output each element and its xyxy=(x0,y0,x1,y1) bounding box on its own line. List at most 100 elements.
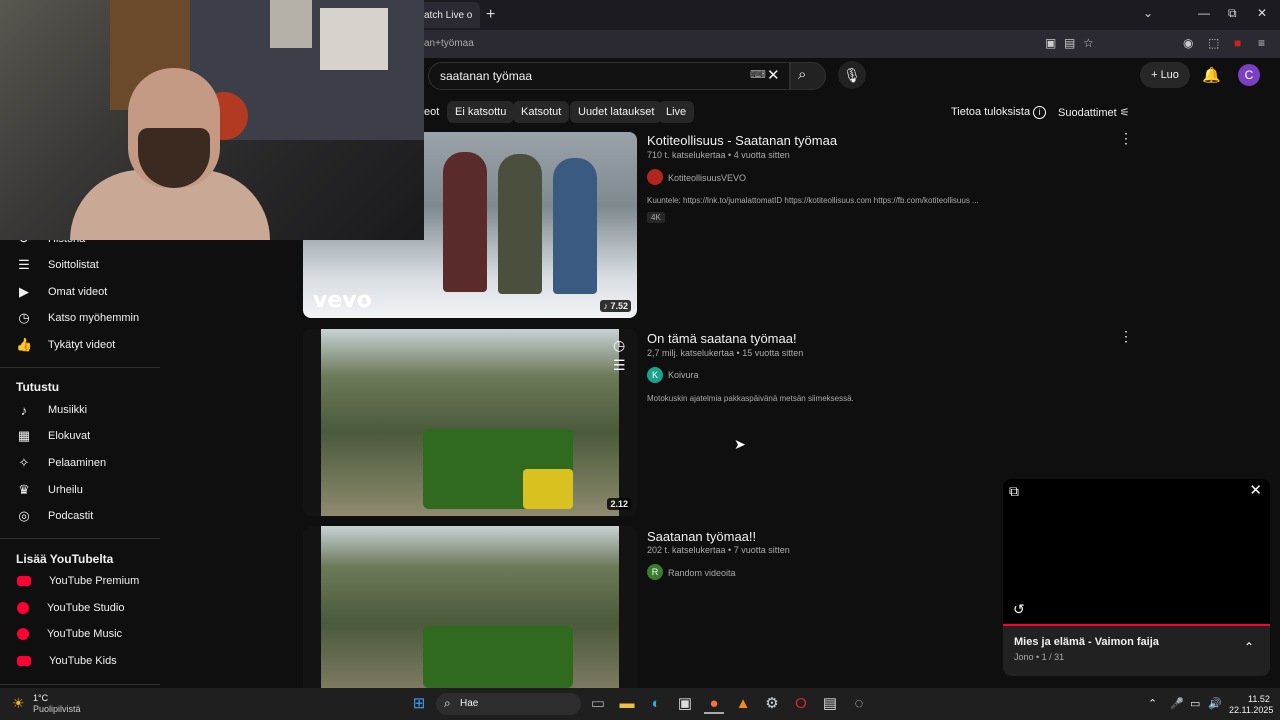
sidebar-item-label: Katso myöhemmin xyxy=(48,312,140,324)
extensions-icon[interactable]: ⬚ xyxy=(1208,36,1219,50)
maximize-button[interactable]: ⧉ xyxy=(1228,6,1237,21)
search-button[interactable] xyxy=(790,62,826,90)
miniplayer-title[interactable]: Mies ja elämä - Vaimon faija xyxy=(1014,636,1159,648)
tab-list-button[interactable]: ⌄ xyxy=(1143,6,1153,20)
result-thumbnail[interactable] xyxy=(303,526,637,688)
sidebar-divider xyxy=(0,538,160,539)
bookmark-star-icon[interactable]: ☆ xyxy=(1083,36,1094,50)
sidebar-item-music[interactable]: ♪ Musiikki xyxy=(16,397,87,423)
clear-search-icon[interactable]: ✕ xyxy=(767,66,780,84)
notifications-bell-icon[interactable]: 🔔 xyxy=(1202,66,1221,84)
create-button[interactable]: + Luo xyxy=(1140,62,1190,88)
network-icon[interactable]: ▭ xyxy=(1190,697,1200,710)
search-icon: ⌕ xyxy=(444,696,451,710)
clock-time[interactable]: 11.52 xyxy=(1248,694,1270,704)
weather-desc[interactable]: Puolipilvistä xyxy=(33,704,81,714)
microphone-tray-icon[interactable]: 🎤 xyxy=(1170,697,1184,710)
extension-badge-icon[interactable]: ■ xyxy=(1234,36,1241,50)
expand-miniplayer-icon[interactable]: ⧉ xyxy=(1009,483,1019,500)
steam-icon[interactable]: ⚙ xyxy=(762,694,782,714)
start-icon[interactable]: ⊞ xyxy=(409,694,429,714)
search-input[interactable]: saatanan työmaa xyxy=(440,69,532,83)
thumbnail-figure xyxy=(553,158,597,294)
youtube-studio-icon xyxy=(17,602,29,614)
about-results-button[interactable]: Tietoa tuloksista i xyxy=(951,106,1047,119)
sidebar-item-youtube-music[interactable]: YouTube Music xyxy=(16,621,122,647)
keyboard-icon[interactable]: ⌨ xyxy=(750,68,766,81)
chip-unwatched[interactable]: Ei katsottu xyxy=(447,101,515,123)
channel-name[interactable]: Koivura xyxy=(668,370,699,380)
tab-title: atch Live o xyxy=(424,10,473,21)
sidebar-item-youtube-premium[interactable]: YouTube Premium xyxy=(16,568,139,594)
avatar[interactable]: C xyxy=(1238,64,1260,86)
file-explorer-icon[interactable]: ▬ xyxy=(617,694,637,714)
replay-icon[interactable]: ↺ xyxy=(1013,601,1025,618)
sidebar-item-playlists[interactable]: ☰ Soittolistat xyxy=(16,252,99,278)
channel-name[interactable]: Random videoita xyxy=(668,568,736,578)
duration-badge: ♪ 7.52 xyxy=(600,300,631,312)
sidebar-item-liked-videos[interactable]: 👍 Tykätyt videot xyxy=(16,332,115,358)
clock-date[interactable]: 22.11.2025 xyxy=(1229,705,1273,715)
firefox-icon[interactable]: ● xyxy=(704,694,724,714)
minimize-button[interactable]: — xyxy=(1198,6,1210,20)
webcam-poster xyxy=(270,0,312,48)
filters-button[interactable]: Suodattimet ⚟ xyxy=(1058,106,1130,119)
edge-icon[interactable]: ◐ xyxy=(646,694,666,714)
channel-name[interactable]: KotiteollisuusVEVO xyxy=(668,173,746,183)
thumbnail-figure xyxy=(498,154,542,294)
sidebar-item-label: YouTube Premium xyxy=(49,575,140,587)
picture-in-picture-icon[interactable]: ▣ xyxy=(1045,36,1056,50)
sidebar-item-sports[interactable]: ♛ Urheilu xyxy=(16,477,83,503)
sidebar-item-movies[interactable]: ▦ Elokuvat xyxy=(16,423,90,449)
chip-watched[interactable]: Katsotut xyxy=(513,101,570,123)
sidebar-item-podcasts[interactable]: ◎ Podcastit xyxy=(16,503,93,529)
result-title[interactable]: Saatanan työmaa!! xyxy=(647,529,756,544)
chevron-up-icon[interactable]: ⌃ xyxy=(1148,697,1157,710)
result-thumbnail[interactable]: ◷ ☰ 2.12 xyxy=(303,329,637,516)
mouse-cursor-icon: ➤ xyxy=(734,436,746,452)
like-icon: 👍 xyxy=(16,337,33,352)
store-icon[interactable]: ▣ xyxy=(675,694,695,714)
sidebar-item-label: YouTube Studio xyxy=(47,602,125,614)
taskbar-search[interactable]: ⌕ Hae xyxy=(436,693,581,715)
task-view-icon[interactable]: ▭ xyxy=(588,694,608,714)
account-icon[interactable]: ◉ xyxy=(1183,36,1193,50)
result-title[interactable]: On tämä saatana työmaa! xyxy=(647,331,797,346)
volume-icon[interactable]: 🔊 xyxy=(1208,697,1222,710)
quality-badge: 4K xyxy=(647,212,665,223)
reader-icon[interactable]: ▤ xyxy=(1064,36,1075,50)
app-icon[interactable]: ◌ xyxy=(849,694,869,714)
sidebar-item-youtube-studio[interactable]: YouTube Studio xyxy=(16,595,124,621)
vlc-icon[interactable]: ▲ xyxy=(733,694,753,714)
menu-icon[interactable]: ≡ xyxy=(1258,36,1265,50)
channel-avatar[interactable]: K xyxy=(647,367,663,383)
terminal-icon[interactable]: ▤ xyxy=(820,694,840,714)
add-to-queue-icon[interactable]: ☰ xyxy=(613,357,633,377)
close-window-button[interactable]: ✕ xyxy=(1257,6,1267,20)
webcam-poster xyxy=(320,8,388,70)
new-tab-button[interactable]: + xyxy=(486,6,495,24)
search-icon[interactable]: ⌕ xyxy=(798,66,806,83)
channel-avatar[interactable]: R xyxy=(647,564,663,580)
result-title[interactable]: Kotiteollisuus - Saatanan työmaa xyxy=(647,133,837,148)
channel-avatar[interactable] xyxy=(647,169,663,185)
create-label: Luo xyxy=(1160,69,1179,81)
sidebar-section-explore: Tutustu xyxy=(16,380,60,394)
sidebar-item-youtube-kids[interactable]: YouTube Kids xyxy=(16,648,117,674)
weather-temp[interactable]: 1°C xyxy=(33,693,48,703)
close-miniplayer-icon[interactable]: ✕ xyxy=(1249,481,1262,499)
more-actions-icon[interactable]: ⋮ xyxy=(1119,130,1133,147)
sidebar-item-your-videos[interactable]: ▶ Omat videot xyxy=(16,279,107,305)
opera-icon[interactable]: O xyxy=(791,694,811,714)
microphone-icon[interactable]: 🎙 xyxy=(838,61,866,89)
more-actions-icon[interactable]: ⋮ xyxy=(1119,328,1133,345)
weather-icon[interactable]: ☀ xyxy=(12,695,25,712)
chevron-up-icon[interactable]: ⌃ xyxy=(1244,640,1254,654)
url-field[interactable]: an+työmaa xyxy=(424,38,474,49)
sidebar-item-gaming[interactable]: ✧ Pelaaminen xyxy=(16,450,107,476)
chip-recent-uploads[interactable]: Uudet lataukset xyxy=(570,101,663,123)
clock-icon: ◷ xyxy=(18,310,30,325)
watch-later-icon[interactable]: ◷ xyxy=(613,337,633,357)
chip-live[interactable]: Live xyxy=(658,101,695,123)
sidebar-item-watch-later[interactable]: ◷ Katso myöhemmin xyxy=(16,305,139,331)
